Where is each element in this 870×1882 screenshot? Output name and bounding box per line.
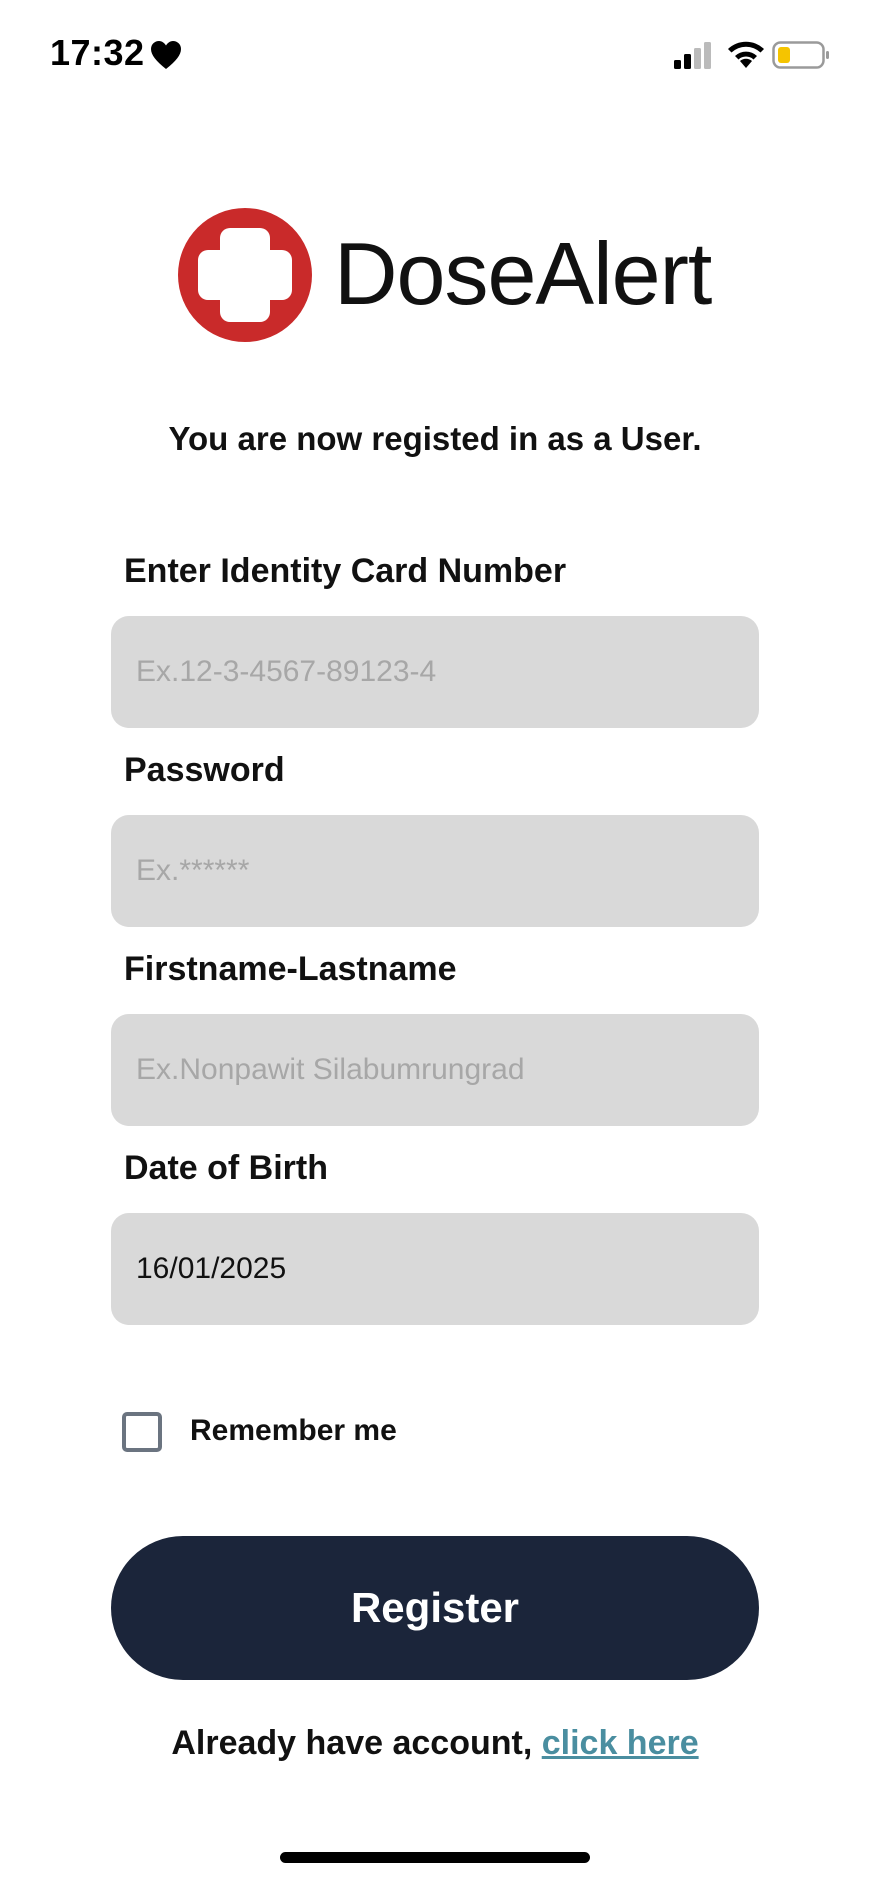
fullname-input[interactable] bbox=[111, 1014, 759, 1126]
id-card-input[interactable] bbox=[111, 616, 759, 728]
login-link[interactable]: click here bbox=[542, 1724, 699, 1762]
register-button[interactable]: Register bbox=[111, 1536, 759, 1680]
fullname-label: Firstname-Lastname bbox=[124, 950, 457, 988]
wifi-icon bbox=[728, 41, 764, 68]
dob-input[interactable] bbox=[111, 1213, 759, 1325]
battery-icon bbox=[772, 41, 829, 69]
registration-status-text: You are now registed in as a User. bbox=[168, 420, 702, 457]
app-logo: DoseAlert bbox=[178, 208, 718, 348]
password-input[interactable] bbox=[111, 815, 759, 927]
app-name: DoseAlert bbox=[334, 224, 712, 323]
medical-cross-icon bbox=[178, 208, 312, 342]
password-label: Password bbox=[124, 751, 285, 789]
signal-icon bbox=[674, 42, 711, 69]
remember-me-checkbox[interactable] bbox=[122, 1412, 162, 1452]
home-indicator[interactable] bbox=[280, 1852, 590, 1863]
login-prompt: Already have account, click here bbox=[0, 1724, 870, 1763]
dob-label: Date of Birth bbox=[124, 1149, 328, 1187]
heart-icon bbox=[151, 41, 181, 69]
status-bar: 17:32 bbox=[0, 0, 870, 110]
status-time: 17:32 bbox=[50, 32, 145, 73]
login-prompt-text: Already have account, bbox=[171, 1724, 542, 1762]
id-card-label: Enter Identity Card Number bbox=[124, 552, 567, 590]
remember-me-label[interactable]: Remember me bbox=[190, 1414, 397, 1448]
